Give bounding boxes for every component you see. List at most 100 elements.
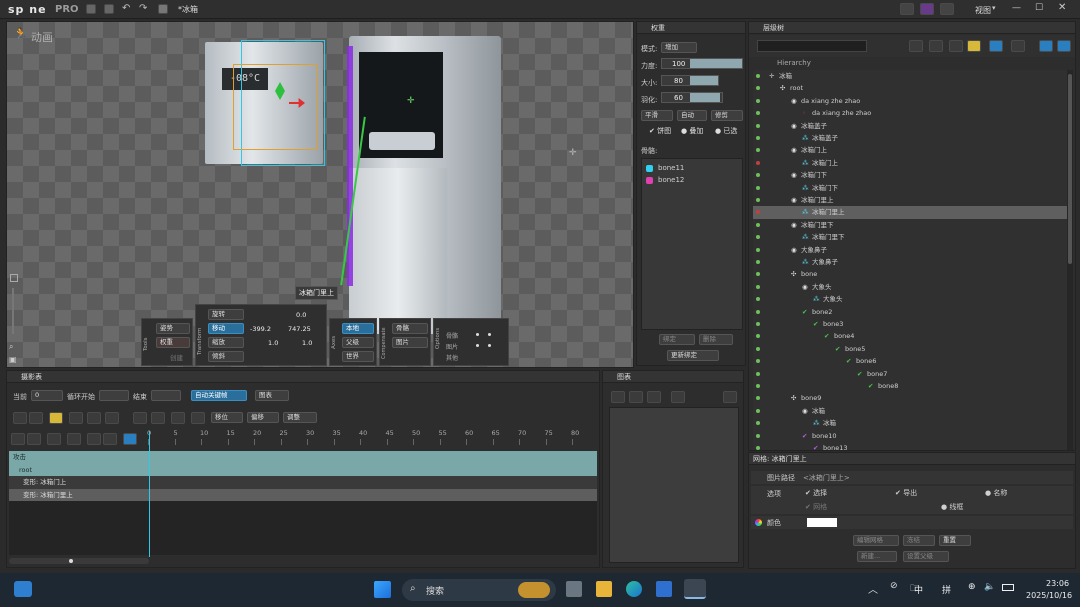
- tray-chevron-icon[interactable]: ︿: [868, 581, 878, 596]
- translate-button[interactable]: 移动: [208, 323, 244, 334]
- update-binding-button[interactable]: 更新绑定: [667, 350, 719, 361]
- paste-icon[interactable]: [29, 412, 43, 424]
- playhead[interactable]: [149, 431, 150, 557]
- tree-scrollbar-thumb[interactable]: [1068, 74, 1072, 264]
- tree-row[interactable]: ⁂ 冰箱: [753, 417, 1067, 429]
- loop-start-field[interactable]: [99, 390, 129, 401]
- ime-pinyin[interactable]: 拼: [942, 583, 951, 596]
- shift-button[interactable]: 偏移: [247, 412, 279, 423]
- fit-icon[interactable]: ▣: [9, 355, 17, 364]
- key-icon-2[interactable]: [87, 412, 101, 424]
- last-frame-icon[interactable]: [103, 433, 117, 445]
- tree-tool-4[interactable]: [967, 40, 981, 52]
- visibility-eye-icon[interactable]: [756, 371, 760, 376]
- filter-icon[interactable]: [49, 412, 63, 424]
- image-path-value[interactable]: <冰箱门里上>: [803, 473, 850, 483]
- key-icon-5[interactable]: [151, 412, 165, 424]
- axes-world-button[interactable]: 世界: [342, 351, 374, 362]
- tree-row[interactable]: ⁂ 大象鼻子: [753, 256, 1067, 268]
- offset-button[interactable]: 移位: [211, 412, 243, 423]
- tool-icon-1[interactable]: [900, 3, 914, 15]
- translate-y[interactable]: 747.25: [288, 325, 311, 333]
- graph-tool-3[interactable]: [647, 391, 661, 403]
- tree-row[interactable]: ⁂ 冰箱门里下: [753, 231, 1067, 243]
- visibility-eye-icon[interactable]: [756, 284, 760, 289]
- redo-icon[interactable]: ↷: [139, 3, 147, 14]
- visibility-eye-icon[interactable]: [756, 148, 760, 153]
- weights-tool-button[interactable]: 权重: [156, 337, 190, 348]
- translate-x[interactable]: -399.2: [250, 325, 271, 333]
- timeline-track[interactable]: 攻击: [9, 451, 597, 464]
- tree-row[interactable]: ◦ da xiang zhe zhao: [753, 107, 1067, 119]
- visibility-eye-icon[interactable]: [756, 334, 760, 339]
- play-backward-icon[interactable]: [47, 433, 61, 445]
- color-swatch[interactable]: [807, 518, 837, 527]
- prev-key-icon[interactable]: [27, 433, 41, 445]
- bind-button[interactable]: 绑定: [659, 334, 695, 345]
- tree-row[interactable]: ✔ bone7: [753, 368, 1067, 380]
- tree-row[interactable]: ◉ 大象鼻子: [753, 244, 1067, 256]
- close-icon[interactable]: ✕: [1058, 2, 1066, 13]
- undo-icon[interactable]: ↶: [122, 3, 130, 14]
- tree-row[interactable]: ✔ bone6: [753, 355, 1067, 367]
- freeze-button[interactable]: 冻结: [903, 535, 935, 546]
- key-icon-1[interactable]: [69, 412, 83, 424]
- folder-icon[interactable]: [86, 4, 96, 14]
- option-dot-4[interactable]: [488, 344, 491, 347]
- tray-icon-1[interactable]: ⊘: [890, 581, 898, 591]
- visibility-eye-icon[interactable]: [756, 123, 760, 128]
- minimize-icon[interactable]: —: [1012, 3, 1021, 13]
- visibility-eye-icon[interactable]: [756, 111, 760, 116]
- view-menu[interactable]: 视图: [975, 5, 991, 16]
- graph-tool-4[interactable]: [671, 391, 685, 403]
- key-icon-6[interactable]: [171, 412, 185, 424]
- timeline-track[interactable]: root: [9, 463, 597, 476]
- play-forward-icon[interactable]: [67, 433, 81, 445]
- select-checkbox[interactable]: ✔ 选择: [805, 488, 827, 498]
- tree-row[interactable]: ⁂ 冰箱门上: [753, 157, 1067, 169]
- tree-row[interactable]: ◉ 冰箱: [753, 405, 1067, 417]
- create-button[interactable]: 创建: [170, 352, 183, 362]
- rotate-button[interactable]: 旋转: [208, 309, 244, 320]
- visibility-eye-icon[interactable]: [756, 446, 760, 450]
- set-parent-button[interactable]: 设置父级: [903, 551, 949, 562]
- taskbar-search[interactable]: ⌕ 搜索: [402, 579, 556, 601]
- option-dot-2[interactable]: [488, 333, 491, 336]
- tree-row[interactable]: ✣ bone9: [753, 392, 1067, 404]
- tool-icon-2[interactable]: [920, 3, 934, 15]
- clock-time[interactable]: 23:06: [1046, 579, 1069, 588]
- tree-tool-8[interactable]: [1057, 40, 1071, 52]
- tree-tool-6[interactable]: [1011, 40, 1025, 52]
- tree-row[interactable]: ⁂ 冰箱门里上: [753, 206, 1067, 219]
- copy-icon[interactable]: [13, 412, 27, 424]
- auto-key-button[interactable]: 自动关键帧: [191, 390, 247, 401]
- stack-checkbox[interactable]: ● 叠加: [681, 126, 703, 136]
- scale-x[interactable]: 1.0: [268, 339, 278, 347]
- visibility-eye-icon[interactable]: [756, 272, 760, 277]
- key-icon-7[interactable]: [191, 412, 205, 424]
- bone-purple[interactable]: [347, 46, 353, 286]
- tree-row[interactable]: ◉ 大象头: [753, 281, 1067, 293]
- tree-row[interactable]: ✔ bone13: [753, 442, 1067, 450]
- tree-row[interactable]: ✔ bone10: [753, 430, 1067, 442]
- tool-icon-3[interactable]: [940, 3, 954, 15]
- visibility-eye-icon[interactable]: [756, 74, 760, 78]
- compensate-bones-button[interactable]: 骨骼: [392, 323, 428, 334]
- task-view-icon[interactable]: [566, 581, 582, 597]
- tree-tool-3[interactable]: [949, 40, 963, 52]
- tree-row[interactable]: ⁂ 大象头: [753, 293, 1067, 305]
- visibility-eye-icon[interactable]: [756, 185, 760, 190]
- clock-date[interactable]: 2025/10/16: [1026, 591, 1072, 600]
- chevron-down-icon[interactable]: ▾: [992, 4, 996, 12]
- selected-checkbox[interactable]: ● 已选: [715, 126, 737, 136]
- visibility-eye-icon[interactable]: [756, 222, 760, 227]
- tree-row[interactable]: ◉ 冰箱门下: [753, 169, 1067, 181]
- volume-icon[interactable]: 🔈: [984, 582, 995, 592]
- tree-tool-2[interactable]: [929, 40, 943, 52]
- axes-local-button[interactable]: 本地: [342, 323, 374, 334]
- key-icon-3[interactable]: [105, 412, 119, 424]
- visibility-eye-icon[interactable]: [756, 86, 760, 91]
- prune-button[interactable]: 修剪: [711, 110, 743, 121]
- pose-button[interactable]: 姿势: [156, 323, 190, 334]
- ime-mode[interactable]: 中: [914, 583, 923, 596]
